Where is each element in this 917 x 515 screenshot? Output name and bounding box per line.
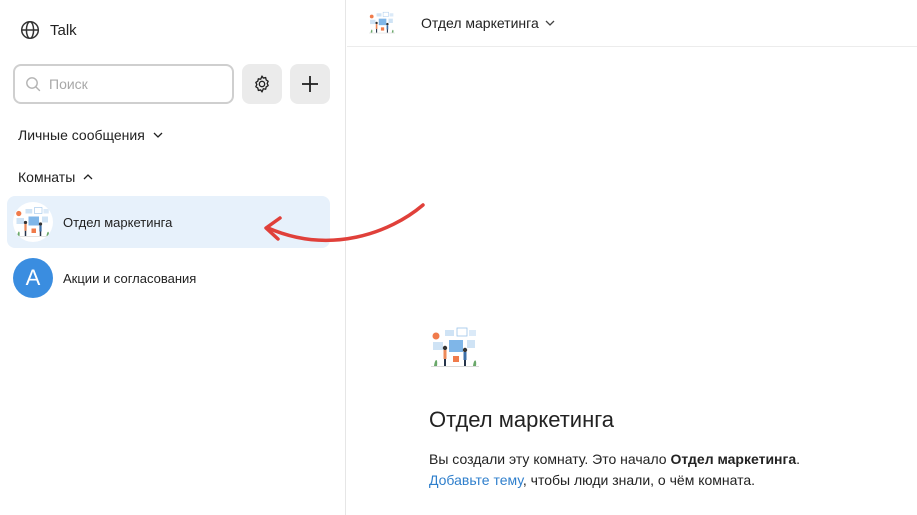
plus-icon	[302, 76, 318, 92]
room-item[interactable]: A Акции и согласования	[7, 252, 330, 304]
rooms-section-toggle[interactable]: Комнаты	[18, 169, 93, 185]
direct-messages-label: Личные сообщения	[18, 127, 145, 143]
room-avatar	[13, 202, 53, 242]
search-box[interactable]	[13, 64, 234, 104]
add-room-button[interactable]	[290, 64, 330, 104]
room-name: Акции и согласования	[63, 270, 197, 286]
room-header: Отдел маркетинга	[347, 0, 917, 47]
intro-text: Вы создали эту комнату. Это начало Отдел…	[429, 451, 801, 488]
chevron-down-icon	[545, 20, 555, 26]
gear-icon	[255, 75, 269, 93]
chevron-up-icon	[83, 174, 93, 180]
search-icon	[26, 77, 41, 92]
sidebar: Talk Личные сообщения Комнаты	[0, 0, 346, 515]
search-input[interactable]	[49, 76, 219, 92]
app-header: Talk	[20, 20, 77, 40]
room-name: Отдел маркетинга	[63, 214, 173, 230]
intro-room-name: Отдел маркетинга	[670, 451, 797, 467]
direct-messages-section-toggle[interactable]: Личные сообщения	[18, 127, 163, 143]
room-illustration-icon	[15, 206, 51, 239]
room-title: Отдел маркетинга	[421, 15, 539, 31]
room-avatar: A	[13, 258, 53, 298]
room-illustration-icon	[369, 11, 395, 35]
room-illustration-icon	[429, 326, 481, 370]
room-title-dropdown[interactable]: Отдел маркетинга	[421, 15, 555, 31]
settings-button[interactable]	[242, 64, 282, 104]
room-intro: Отдел маркетинга Вы создали эту комнату.…	[429, 326, 899, 491]
globe-icon	[20, 20, 40, 40]
add-topic-link[interactable]: Добавьте тему	[429, 472, 523, 488]
chevron-down-icon	[153, 132, 163, 138]
rooms-label: Комнаты	[18, 169, 76, 185]
intro-title: Отдел маркетинга	[429, 407, 615, 432]
annotation-arrow-icon	[264, 203, 425, 242]
app-title: Talk	[50, 21, 77, 39]
